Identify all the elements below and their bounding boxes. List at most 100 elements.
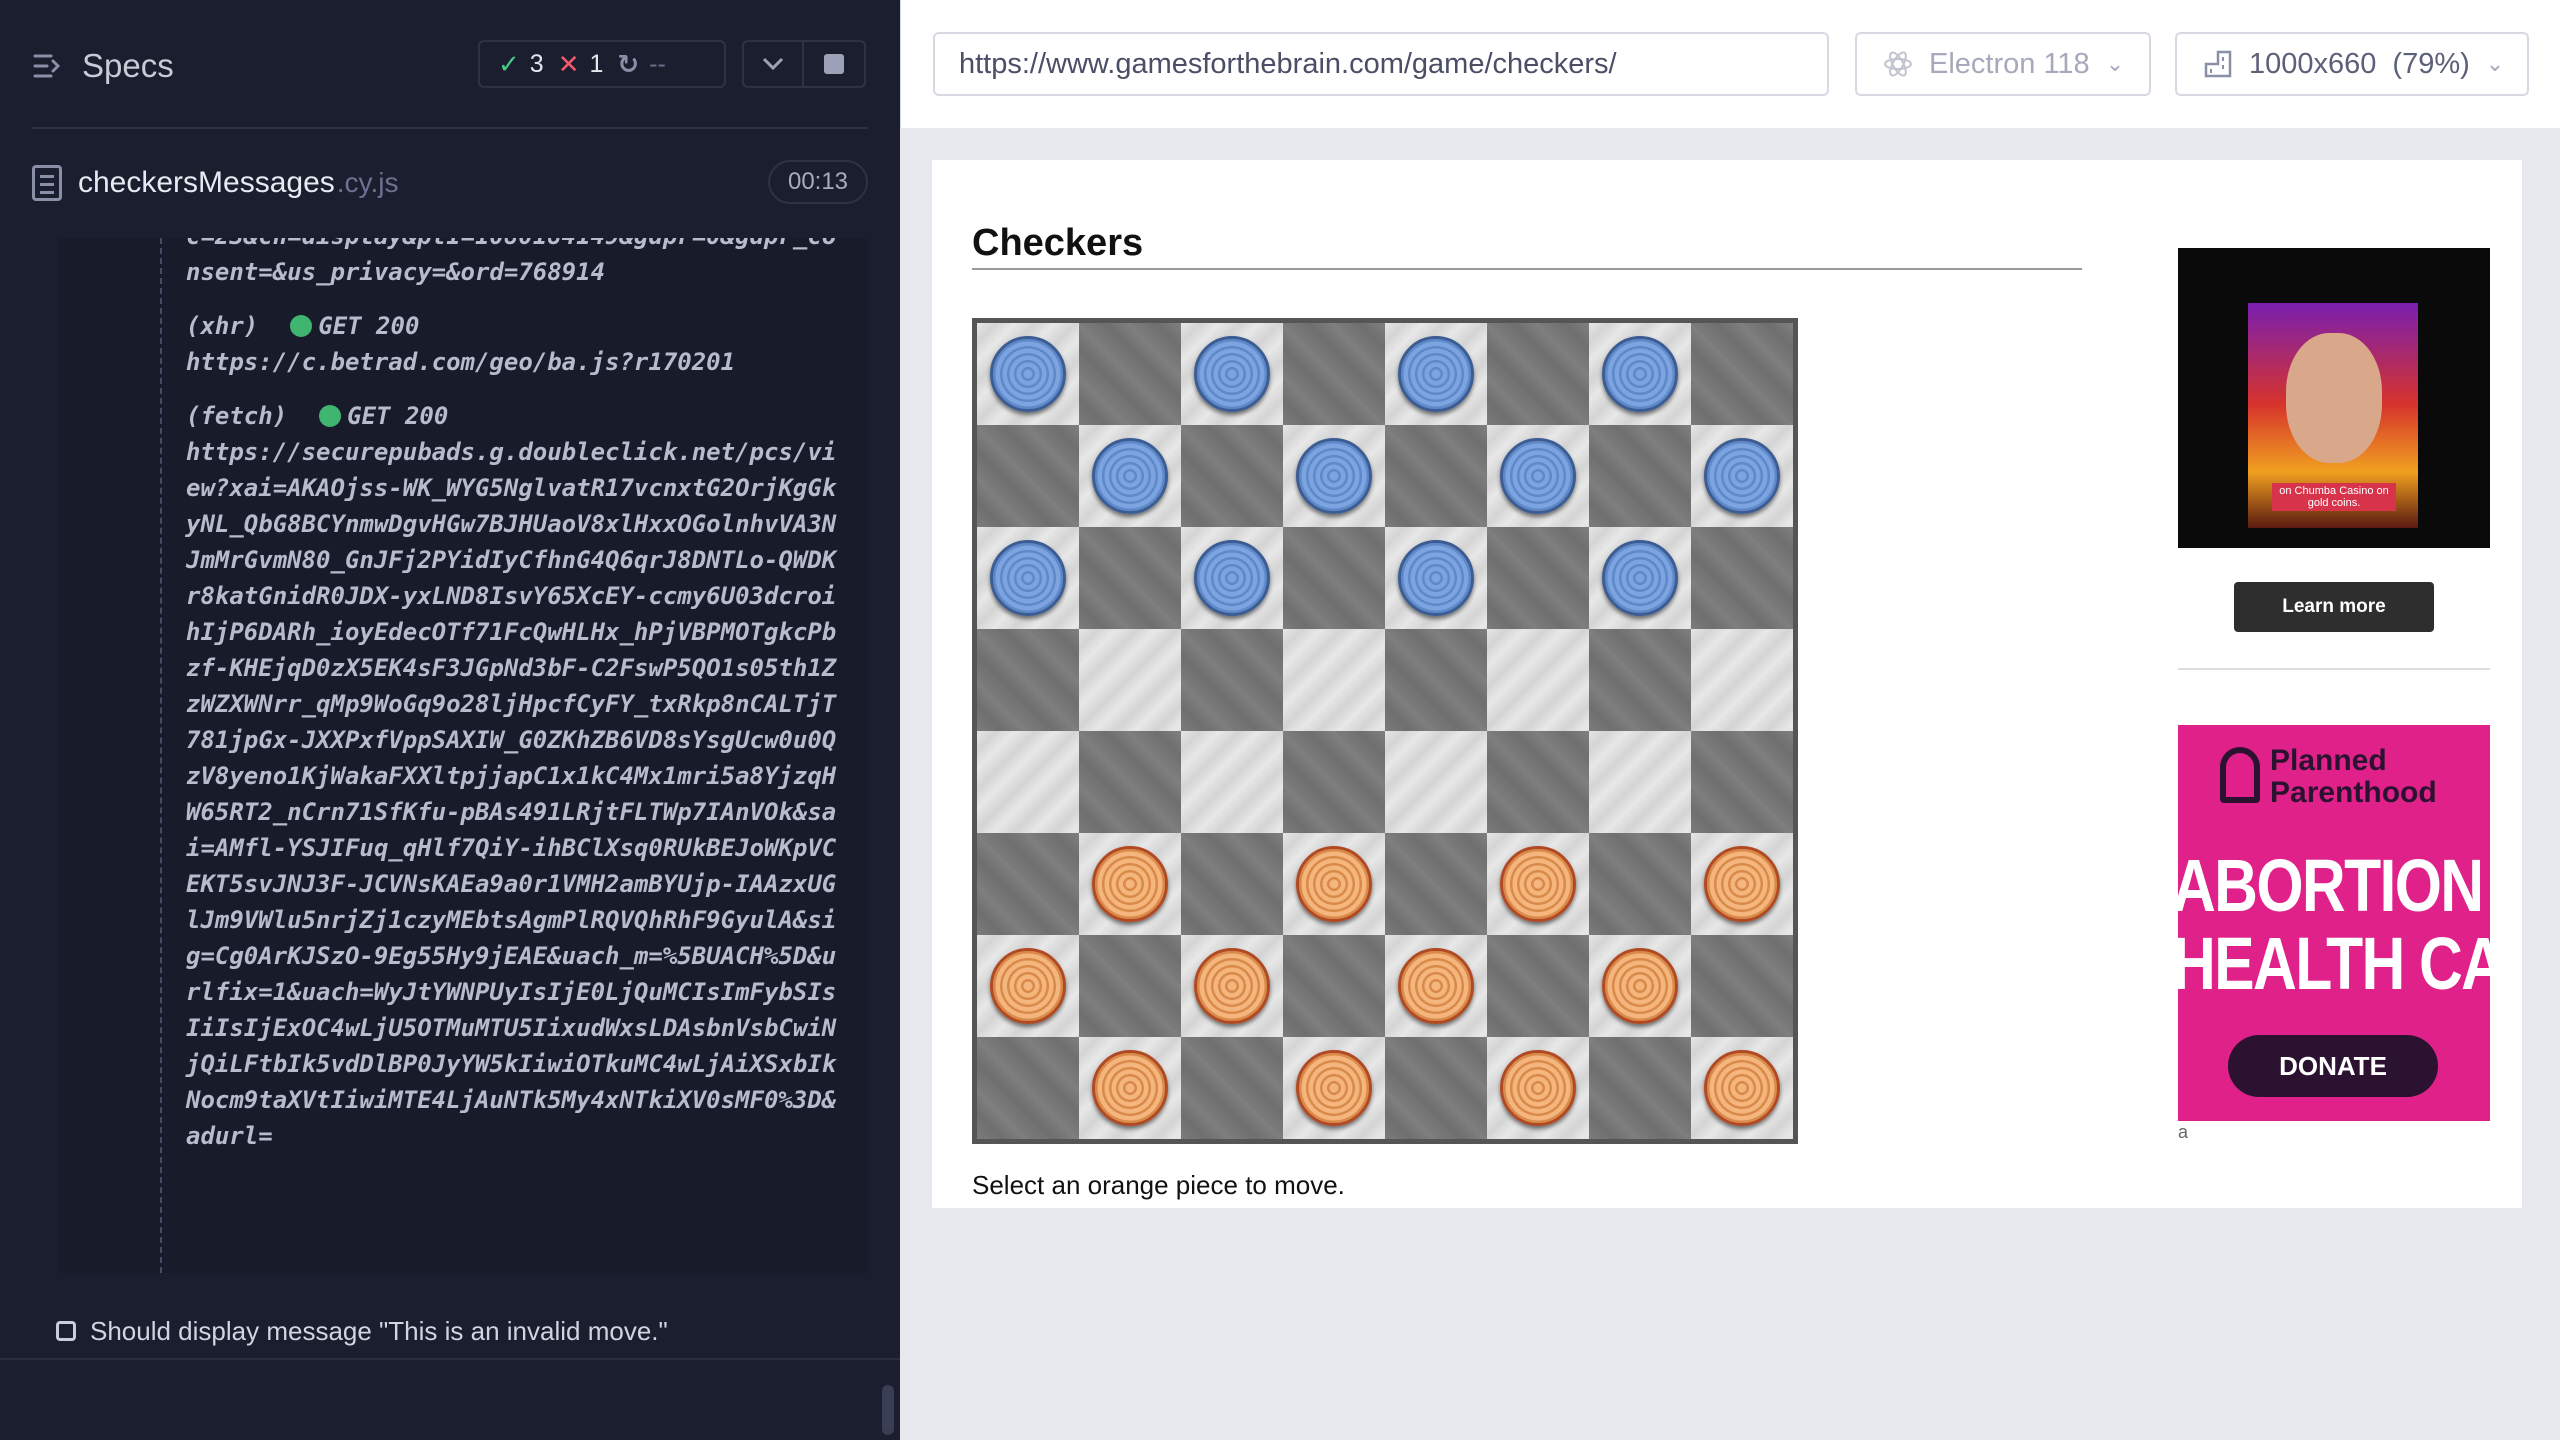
board-square[interactable] — [1283, 527, 1385, 629]
learn-more-button[interactable]: Learn more — [2234, 582, 2434, 632]
orange-piece[interactable] — [1296, 846, 1372, 922]
board-square[interactable] — [1079, 527, 1181, 629]
video-ad[interactable]: on Chumba Casino on gold coins. — [2178, 248, 2490, 548]
checkers-board[interactable] — [972, 318, 1798, 1144]
blue-piece[interactable] — [1296, 438, 1372, 514]
blue-piece[interactable] — [1092, 438, 1168, 514]
board-square[interactable] — [1079, 629, 1181, 731]
log-entry[interactable]: (xhr) GET 200 https://c.betrad.com/geo/b… — [186, 308, 846, 380]
board-square[interactable] — [1079, 833, 1181, 935]
board-square[interactable] — [1181, 323, 1283, 425]
orange-piece[interactable] — [1704, 846, 1780, 922]
board-square[interactable] — [1589, 833, 1691, 935]
board-square[interactable] — [1385, 629, 1487, 731]
board-square[interactable] — [1181, 1037, 1283, 1139]
board-square[interactable] — [977, 629, 1079, 731]
blue-piece[interactable] — [1704, 438, 1780, 514]
board-square[interactable] — [1691, 629, 1793, 731]
board-square[interactable] — [977, 731, 1079, 833]
board-square[interactable] — [1385, 833, 1487, 935]
board-square[interactable] — [977, 323, 1079, 425]
board-square[interactable] — [1181, 731, 1283, 833]
blue-piece[interactable] — [1602, 336, 1678, 412]
board-square[interactable] — [1487, 629, 1589, 731]
browser-selector[interactable]: Electron 118 ⌄ — [1855, 32, 2151, 96]
board-square[interactable] — [1181, 425, 1283, 527]
ad-choices-mark[interactable]: a — [2178, 1122, 2188, 1143]
orange-piece[interactable] — [1500, 846, 1576, 922]
banner-ad[interactable]: Planned Parenthood ABORTION HEALTH CARE … — [2178, 725, 2490, 1121]
spec-file-row[interactable]: checkersMessages .cy.js 00:13 — [32, 158, 868, 208]
board-square[interactable] — [1385, 425, 1487, 527]
orange-piece[interactable] — [1602, 948, 1678, 1024]
board-square[interactable] — [1589, 1037, 1691, 1139]
donate-button[interactable]: DONATE — [2228, 1035, 2438, 1097]
board-square[interactable] — [1691, 1037, 1793, 1139]
stop-button[interactable] — [804, 40, 866, 88]
board-square[interactable] — [1385, 323, 1487, 425]
board-square[interactable] — [1589, 935, 1691, 1037]
board-square[interactable] — [1079, 323, 1181, 425]
board-square[interactable] — [1079, 425, 1181, 527]
board-square[interactable] — [1181, 833, 1283, 935]
board-square[interactable] — [1181, 527, 1283, 629]
board-square[interactable] — [1487, 731, 1589, 833]
orange-piece[interactable] — [1704, 1050, 1780, 1126]
board-square[interactable] — [1079, 731, 1181, 833]
board-square[interactable] — [1283, 833, 1385, 935]
blue-piece[interactable] — [1398, 540, 1474, 616]
orange-piece[interactable] — [1194, 948, 1270, 1024]
blue-piece[interactable] — [990, 336, 1066, 412]
board-square[interactable] — [1589, 527, 1691, 629]
board-square[interactable] — [1283, 935, 1385, 1037]
board-square[interactable] — [977, 1037, 1079, 1139]
board-square[interactable] — [1589, 425, 1691, 527]
board-square[interactable] — [1181, 935, 1283, 1037]
specs-title[interactable]: Specs — [82, 47, 174, 85]
board-square[interactable] — [1691, 323, 1793, 425]
board-square[interactable] — [1487, 425, 1589, 527]
board-square[interactable] — [1487, 935, 1589, 1037]
blue-piece[interactable] — [1398, 336, 1474, 412]
board-square[interactable] — [1283, 629, 1385, 731]
board-square[interactable] — [1691, 425, 1793, 527]
board-square[interactable] — [1691, 833, 1793, 935]
scrollbar-thumb[interactable] — [882, 1385, 894, 1435]
orange-piece[interactable] — [1092, 846, 1168, 922]
board-square[interactable] — [977, 833, 1079, 935]
board-square[interactable] — [1385, 935, 1487, 1037]
board-square[interactable] — [1385, 731, 1487, 833]
url-bar[interactable]: https://www.gamesforthebrain.com/game/ch… — [933, 32, 1829, 96]
board-square[interactable] — [1385, 1037, 1487, 1139]
blue-piece[interactable] — [1500, 438, 1576, 514]
test-item[interactable]: Should display message "This is an inval… — [56, 1310, 868, 1352]
log-entry[interactable]: (fetch) GET 200 https://securepubads.g.d… — [186, 398, 846, 1154]
board-square[interactable] — [1691, 731, 1793, 833]
board-square[interactable] — [1283, 425, 1385, 527]
board-square[interactable] — [977, 935, 1079, 1037]
board-square[interactable] — [1283, 323, 1385, 425]
specs-list-icon[interactable] — [32, 50, 64, 82]
blue-piece[interactable] — [1602, 540, 1678, 616]
board-square[interactable] — [1079, 1037, 1181, 1139]
orange-piece[interactable] — [1092, 1050, 1168, 1126]
board-square[interactable] — [1589, 323, 1691, 425]
orange-piece[interactable] — [990, 948, 1066, 1024]
board-square[interactable] — [1283, 1037, 1385, 1139]
expand-button[interactable] — [742, 40, 804, 88]
board-square[interactable] — [1589, 731, 1691, 833]
log-entry[interactable]: c=23&ch=display&pt1=1080184149&gdpr=0&gd… — [186, 238, 846, 290]
board-square[interactable] — [1691, 527, 1793, 629]
board-square[interactable] — [977, 425, 1079, 527]
board-square[interactable] — [1487, 1037, 1589, 1139]
command-log[interactable]: c=23&ch=display&pt1=1080184149&gdpr=0&gd… — [58, 238, 868, 1273]
board-square[interactable] — [1385, 527, 1487, 629]
viewport-selector[interactable]: 1000x660 (79%) ⌄ — [2175, 32, 2529, 96]
board-square[interactable] — [1079, 935, 1181, 1037]
orange-piece[interactable] — [1398, 948, 1474, 1024]
board-square[interactable] — [1691, 935, 1793, 1037]
board-square[interactable] — [977, 527, 1079, 629]
board-square[interactable] — [1283, 731, 1385, 833]
board-square[interactable] — [1487, 833, 1589, 935]
board-square[interactable] — [1487, 323, 1589, 425]
